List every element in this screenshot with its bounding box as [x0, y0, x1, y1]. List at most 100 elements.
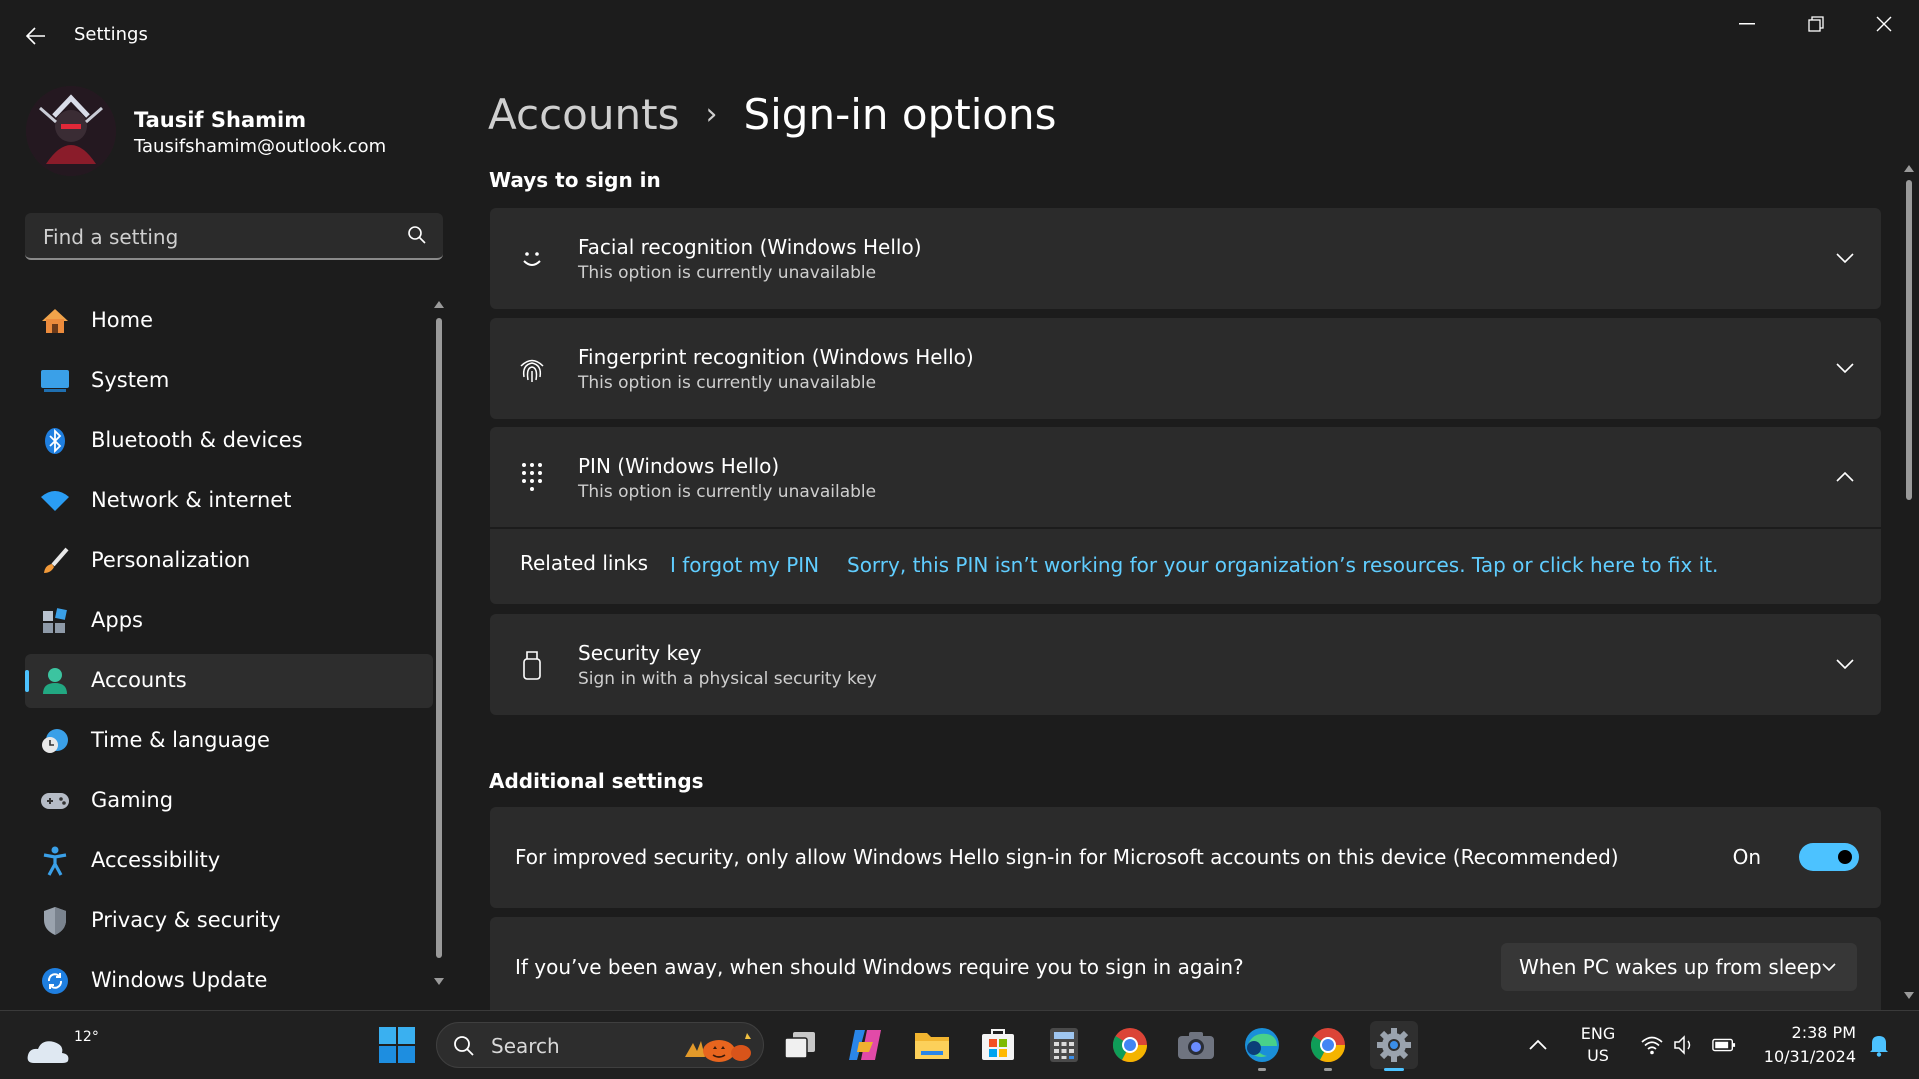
taskbar-settings[interactable]: [1370, 1021, 1418, 1071]
fingerprint-icon: [514, 351, 550, 387]
input-language-indicator[interactable]: ENG US: [1578, 1023, 1618, 1067]
section-heading-additional: Additional settings: [489, 769, 704, 793]
wifi-status-icon[interactable]: [1640, 1033, 1664, 1057]
sidebar-item-home[interactable]: Home: [25, 294, 433, 348]
settings-window: Settings Tausif Shamim Tausifshamim@outl…: [0, 0, 1919, 1010]
profile-name: Tausif Shamim: [134, 108, 307, 132]
close-button[interactable]: [1860, 10, 1908, 38]
sidebar-item-label: Personalization: [91, 548, 251, 572]
profile-email: Tausifshamim@outlook.com: [134, 136, 387, 157]
fingerprint-recognition-card[interactable]: Fingerprint recognition (Windows Hello) …: [490, 318, 1881, 419]
sidebar-item-windows-update[interactable]: Windows Update: [25, 954, 433, 1008]
minimize-button[interactable]: [1723, 10, 1771, 38]
chrome-icon: [1112, 1028, 1147, 1062]
restore-button[interactable]: [1792, 10, 1840, 38]
search-input[interactable]: [41, 213, 395, 260]
settings-gear-icon: [1377, 1028, 1411, 1062]
sidebar-item-accounts[interactable]: Accounts: [25, 654, 433, 708]
hello-only-toggle[interactable]: [1799, 843, 1859, 871]
main-scroll-thumb[interactable]: [1906, 180, 1912, 500]
weather-cloud-icon: [27, 1041, 69, 1063]
sidebar-item-label: Home: [91, 308, 154, 332]
back-button[interactable]: [22, 22, 50, 50]
user-profile[interactable]: Tausif Shamim Tausifshamim@outlook.com: [26, 86, 446, 176]
settings-search-box[interactable]: [25, 213, 443, 260]
scroll-down-arrow-icon[interactable]: [1904, 992, 1914, 1000]
face-icon: [514, 241, 550, 277]
home-icon: [39, 306, 71, 336]
weather-widget[interactable]: 12°: [26, 1021, 99, 1069]
scroll-up-arrow-icon[interactable]: [1904, 164, 1914, 172]
forgot-pin-link[interactable]: I forgot my PIN: [670, 553, 819, 577]
battery-icon[interactable]: [1712, 1033, 1736, 1057]
taskbar-clock[interactable]: 2:38 PM 10/31/2024: [1752, 1021, 1856, 1069]
fix-pin-link[interactable]: Sorry, this PIN isn’t working for your o…: [847, 553, 1718, 577]
require-signin-text: If you’ve been away, when should Windows…: [515, 955, 1244, 979]
hello-only-text: For improved security, only allow Window…: [515, 845, 1619, 869]
taskbar-microsoft-store[interactable]: [974, 1021, 1022, 1069]
main-scrollbar[interactable]: [1904, 160, 1914, 1005]
option-title: PIN (Windows Hello): [578, 454, 780, 478]
require-signin-setting: If you’ve been away, when should Windows…: [490, 917, 1881, 1010]
sidebar-item-gaming[interactable]: Gaming: [25, 774, 433, 828]
scroll-up-arrow-icon[interactable]: [434, 300, 444, 308]
toggle-knob: [1838, 850, 1852, 864]
sidebar-nav: Home System Bluetooth & devices Network …: [25, 294, 433, 1010]
scroll-down-arrow-icon[interactable]: [434, 978, 444, 986]
sidebar-item-privacy[interactable]: Privacy & security: [25, 894, 433, 948]
require-signin-dropdown[interactable]: When PC wakes up from sleep: [1501, 943, 1857, 991]
chevron-down-icon: [1822, 963, 1836, 972]
accessibility-icon: [39, 846, 71, 876]
chevron-down-icon[interactable]: [1833, 652, 1857, 676]
running-indicator: [1258, 1068, 1266, 1071]
hello-only-setting: For improved security, only allow Window…: [490, 807, 1881, 908]
notification-bell-icon[interactable]: [1868, 1033, 1890, 1057]
option-subtitle: This option is currently unavailable: [578, 482, 877, 502]
taskbar-chrome[interactable]: [1106, 1021, 1154, 1069]
sidebar-item-time-language[interactable]: Time & language: [25, 714, 433, 768]
taskbar-task-view[interactable]: [776, 1021, 824, 1069]
taskbar-camera[interactable]: [1172, 1021, 1220, 1069]
breadcrumb-parent[interactable]: Accounts: [488, 90, 679, 139]
volume-icon[interactable]: [1672, 1033, 1696, 1057]
brush-icon: [39, 546, 71, 576]
sidebar-scroll-thumb[interactable]: [436, 318, 442, 958]
facial-recognition-card[interactable]: Facial recognition (Windows Hello) This …: [490, 208, 1881, 309]
search-icon[interactable]: [407, 225, 427, 245]
security-key-card[interactable]: Security key Sign in with a physical sec…: [490, 614, 1881, 715]
sidebar-item-apps[interactable]: Apps: [25, 594, 433, 648]
taskbar-search[interactable]: Search: [436, 1022, 764, 1068]
taskbar-calculator[interactable]: [1040, 1021, 1088, 1069]
page-title: Sign-in options: [743, 89, 1057, 139]
taskbar-file-explorer[interactable]: [908, 1021, 956, 1069]
edge-icon: [1245, 1028, 1279, 1062]
search-icon: [454, 1036, 474, 1056]
taskbar-chrome-2[interactable]: [1304, 1021, 1352, 1071]
active-indicator: [1384, 1068, 1404, 1071]
sidebar-scrollbar[interactable]: [434, 296, 444, 996]
chevron-up-icon[interactable]: [1833, 465, 1857, 489]
sidebar-item-network[interactable]: Network & internet: [25, 474, 433, 528]
close-icon: [1876, 16, 1892, 32]
section-heading-ways: Ways to sign in: [489, 168, 661, 192]
taskbar-edge[interactable]: [1238, 1021, 1286, 1071]
sidebar-item-label: Bluetooth & devices: [91, 428, 303, 452]
sidebar-item-label: Accounts: [91, 668, 187, 692]
sidebar-item-label: Accessibility: [91, 848, 221, 872]
sidebar-item-bluetooth[interactable]: Bluetooth & devices: [25, 414, 433, 468]
option-title: Fingerprint recognition (Windows Hello): [578, 345, 974, 369]
sidebar-item-accessibility[interactable]: Accessibility: [25, 834, 433, 888]
sidebar-item-personalization[interactable]: Personalization: [25, 534, 433, 588]
pin-card[interactable]: PIN (Windows Hello) This option is curre…: [490, 427, 1881, 527]
chevron-down-icon[interactable]: [1833, 356, 1857, 380]
usb-key-icon: [514, 647, 550, 683]
chevron-down-icon[interactable]: [1833, 246, 1857, 270]
show-hidden-icons-chevron-icon[interactable]: [1526, 1033, 1550, 1057]
option-subtitle: This option is currently unavailable: [578, 373, 877, 393]
taskbar-copilot[interactable]: [842, 1021, 890, 1069]
start-button[interactable]: [377, 1025, 417, 1065]
apps-icon: [39, 606, 71, 636]
sidebar-item-system[interactable]: System: [25, 354, 433, 408]
taskbar-search-label: Search: [491, 1034, 560, 1058]
minimize-icon: [1739, 23, 1755, 25]
